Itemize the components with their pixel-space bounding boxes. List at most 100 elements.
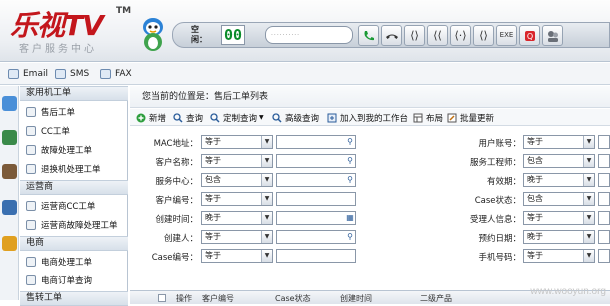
sidebar-section-operator[interactable]: 运营商 (20, 180, 128, 195)
query-button[interactable]: 查询 (173, 111, 203, 124)
chevron-down-icon: ▼ (261, 174, 272, 186)
column-header-action[interactable]: 操作 (176, 293, 192, 304)
sms-menu-item[interactable]: SMS (55, 67, 89, 81)
mobile-number-input[interactable] (598, 249, 610, 263)
transfer-icon[interactable]: ⟨⟨ (427, 25, 448, 46)
lookup-search-icon[interactable]: ⚲ (344, 154, 356, 168)
validity-operator-select[interactable]: 晚于▼ (523, 173, 595, 187)
appointment-date-operator-select[interactable]: 晚于▼ (523, 230, 595, 244)
validity-label: 有效期： (453, 175, 521, 187)
search-icon (272, 113, 282, 123)
mac-address-operator-select[interactable]: 等于▼ (201, 135, 273, 149)
dial-number-input[interactable]: ·········· (265, 26, 353, 44)
workbench-icon (327, 113, 337, 123)
custom-query-button[interactable]: 定制查询 ▼ (210, 111, 264, 124)
home-icon[interactable] (2, 96, 17, 111)
layout-button[interactable]: 布局 (413, 111, 443, 124)
customer-icon[interactable] (2, 130, 17, 145)
mobile-number-operator-select[interactable]: 等于▼ (523, 249, 595, 263)
consult-icon[interactable]: ⟨·⟩ (450, 25, 471, 46)
setting-icon[interactable] (542, 25, 563, 46)
sidebar-item-ecommerce-order[interactable]: 电商处理工单 (26, 255, 92, 269)
conference-icon[interactable]: ⟨⟩ (473, 25, 494, 46)
mascot-icon (139, 16, 167, 52)
report-icon[interactable] (2, 236, 17, 251)
customer-number-label: 客户编号： (130, 194, 198, 206)
chevron-down-icon: ▼ (261, 212, 272, 224)
chevron-down-icon: ▼ (583, 250, 594, 262)
creator-input[interactable]: ⚲ (276, 230, 356, 244)
sidebar-item-operator-cc-order[interactable]: 运营商CC工单 (26, 199, 95, 213)
sidebar-item-fault-order[interactable]: 故障处理工单 (26, 143, 92, 157)
breadcrumb: 您当前的位置是：售后工单列表 (130, 86, 610, 108)
mute-icon[interactable]: Q (519, 25, 540, 46)
service-center-operator-select[interactable]: 包含▼ (201, 173, 273, 187)
answer-icon[interactable] (358, 25, 379, 46)
search-icon (210, 113, 220, 123)
calendar-icon[interactable]: ▦ (344, 211, 356, 225)
customer-number-operator-select[interactable]: 等于▼ (201, 192, 273, 206)
mac-address-input[interactable]: ⚲ (276, 135, 356, 149)
batch-update-button[interactable]: 批量更新 (447, 111, 494, 124)
phone-icon[interactable] (2, 200, 17, 215)
chevron-down-icon: ▼ (261, 250, 272, 262)
brand-logo: 乐视TV (10, 4, 103, 44)
sidebar-item-operator-fault-order[interactable]: 运营商故障处理工单 (26, 218, 118, 232)
email-icon (8, 69, 19, 79)
handler-info-input[interactable] (598, 211, 610, 225)
lookup-search-icon[interactable]: ⚲ (344, 173, 356, 187)
column-header-customer-number[interactable]: 客户编号 (202, 293, 234, 304)
appointment-date-input[interactable] (598, 230, 610, 244)
contact-icon[interactable] (2, 164, 17, 179)
chevron-down-icon: ▼ (583, 193, 594, 205)
logo-trademark: TM (116, 6, 131, 16)
column-header-created-time[interactable]: 创建时间 (340, 293, 372, 304)
user-account-operator-select[interactable]: 等于▼ (523, 135, 595, 149)
customer-name-operator-select[interactable]: 等于▼ (201, 154, 273, 168)
column-header-secondary-product[interactable]: 二级产品 (420, 293, 452, 304)
user-account-input[interactable] (598, 135, 610, 149)
ivr-icon[interactable]: EXE (496, 25, 517, 46)
chevron-down-icon: ▼ (261, 193, 272, 205)
case-number-input[interactable] (276, 249, 356, 263)
sidebar-section-home-device[interactable]: 家用机工单 (20, 86, 128, 101)
case-status-operator-select[interactable]: 包含▼ (523, 192, 595, 206)
customer-number-input[interactable] (276, 192, 356, 206)
created-time-input[interactable]: ▦ (276, 211, 356, 225)
sidebar-item-ecommerce-query[interactable]: 电商订单查询 (26, 273, 92, 287)
service-center-input[interactable]: ⚲ (276, 173, 356, 187)
add-button[interactable]: 新增 (136, 111, 166, 124)
column-header-case-status[interactable]: Case状态 (275, 293, 311, 304)
select-all-checkbox[interactable] (158, 294, 166, 302)
advanced-query-button[interactable]: 高级查询 (272, 111, 319, 124)
sidebar-section-transfer[interactable]: 售转工单 (20, 291, 128, 306)
sidebar-item-aftersale-order[interactable]: 售后工单 (26, 105, 75, 119)
lookup-search-icon[interactable]: ⚲ (344, 230, 356, 244)
customer-name-input[interactable]: ⚲ (276, 154, 356, 168)
service-engineer-operator-select[interactable]: 包含▼ (523, 154, 595, 168)
sidebar-item-cc-order[interactable]: CC工单 (26, 124, 70, 138)
handler-info-operator-select[interactable]: 等于▼ (523, 211, 595, 225)
sidebar-section-ecommerce[interactable]: 电商 (20, 236, 128, 251)
creator-operator-select[interactable]: 等于▼ (201, 230, 273, 244)
service-engineer-input[interactable] (598, 154, 610, 168)
hold-icon[interactable]: ⟨⟩ (404, 25, 425, 46)
search-icon (173, 113, 183, 123)
lookup-search-icon[interactable]: ⚲ (344, 135, 356, 149)
case-status-input[interactable] (598, 192, 610, 206)
chevron-down-icon: ▼ (583, 231, 594, 243)
phone-toolbar: 空闲： 00 ·········· ⟨⟩ ⟨⟨ ⟨·⟩ ⟨⟩ EXE Q (172, 22, 610, 48)
fax-menu-item[interactable]: FAX (100, 67, 132, 81)
main-content: 您当前的位置是：售后工单列表 新增 查询 定制查询 ▼ 高级查询 加入到我的工作… (130, 86, 610, 300)
document-icon (26, 107, 36, 117)
add-to-workbench-button[interactable]: 加入到我的工作台 (327, 111, 408, 124)
watermark: www.wooyun.org (530, 286, 606, 297)
case-number-operator-select[interactable]: 等于▼ (201, 249, 273, 263)
email-menu-item[interactable]: Email (8, 67, 48, 81)
created-time-operator-select[interactable]: 晚于▼ (201, 211, 273, 225)
document-icon (26, 257, 36, 267)
validity-input[interactable] (598, 173, 610, 187)
hangup-icon[interactable] (381, 25, 402, 46)
chevron-down-icon: ▼ (259, 114, 264, 121)
sidebar-item-return-order[interactable]: 退换机处理工单 (26, 162, 101, 176)
